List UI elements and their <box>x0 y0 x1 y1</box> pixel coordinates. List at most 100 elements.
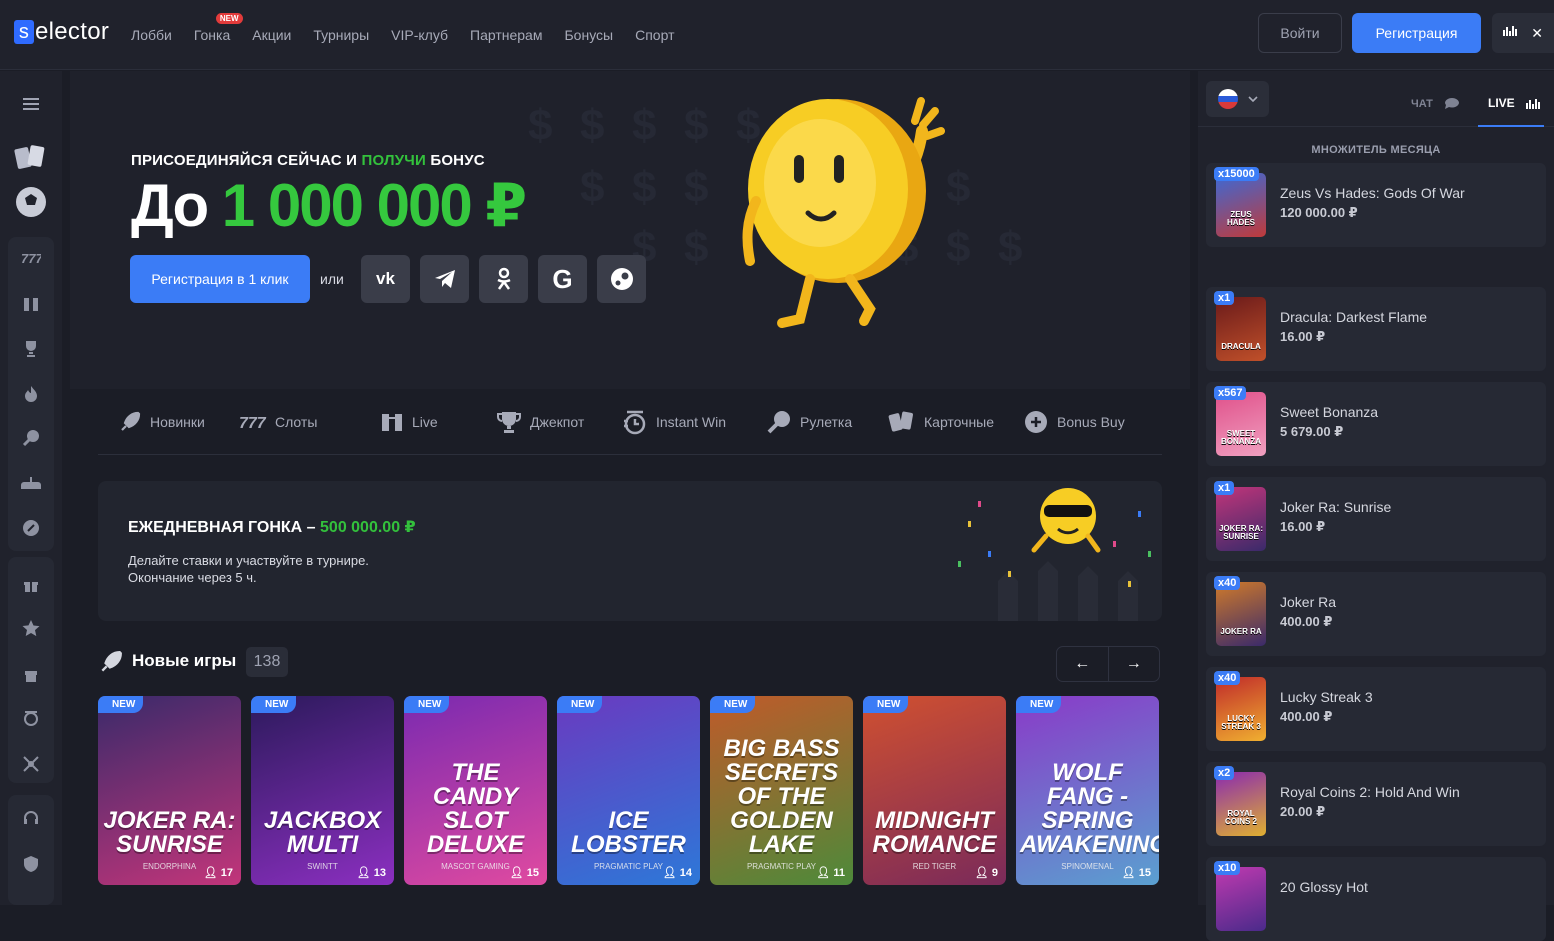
main-nav: Лобби NEW Гонка Акции Турниры VIP-клуб Па… <box>120 0 685 70</box>
nav-partners[interactable]: Партнерам <box>470 27 542 43</box>
game-name: Sweet Bonanza <box>1280 404 1379 420</box>
race-desc-line2: Окончание через 5 ч. <box>128 570 257 585</box>
roulette-icon[interactable] <box>16 423 46 453</box>
login-button[interactable]: Войти <box>1258 13 1342 53</box>
nav-tournaments[interactable]: Турниры <box>313 27 369 43</box>
category-tabs: Новинки 777 Слоты Live Джекпот Instant Wi… <box>98 389 1162 455</box>
fire-icon[interactable] <box>16 379 46 409</box>
nav-lobby[interactable]: Лобби <box>131 27 172 43</box>
instant-icon[interactable] <box>16 703 46 733</box>
gift-icon[interactable] <box>16 569 46 599</box>
nav-race[interactable]: NEW Гонка <box>194 13 243 43</box>
user-icon: 👤︎ <box>509 867 524 879</box>
tab-live[interactable]: Live <box>380 410 496 434</box>
tab-roulette[interactable]: Рулетка <box>766 409 888 435</box>
svg-text:777: 777 <box>239 415 267 431</box>
game-card[interactable]: NEW BIG BASS SECRETS OF THE GOLDEN LAKE … <box>710 696 853 885</box>
multiplier-badge: x40 <box>1214 671 1241 685</box>
carousel-next-button[interactable]: → <box>1109 647 1160 681</box>
top-bar: s elector Лобби NEW Гонка Акции Турниры VI… <box>0 0 1554 70</box>
live-win-card[interactable]: x2 ROYAL COINS 2 Royal Coins 2: Hold And… <box>1206 762 1546 846</box>
game-card[interactable]: NEW MIDNIGHT ROMANCE RED TIGER 👤︎ 9 <box>863 696 1006 885</box>
daily-race-banner[interactable]: ЕЖЕДНЕВНАЯ ГОНКА – 500 000.00 ₽ Делайте … <box>98 481 1162 621</box>
vk-login-button[interactable]: vk <box>361 255 410 303</box>
live-win-card[interactable]: x567 SWEET BONANZA Sweet Bonanza 5 679.0… <box>1206 382 1546 466</box>
instant-icon <box>624 410 646 434</box>
rocket-icon[interactable] <box>16 513 46 543</box>
players-count: 👤︎ 15 <box>1122 866 1151 879</box>
tab-jackpot-label: Джекпот <box>530 413 585 430</box>
thumbnail-title: ROYAL COINS 2 <box>1224 809 1257 826</box>
sport-ball-icon[interactable] <box>12 183 50 221</box>
live-win-card[interactable]: x1 JOKER RA: SUNRISE Joker Ra: Sunrise 1… <box>1206 477 1546 561</box>
game-title: JACKBOX MULTI <box>263 807 382 858</box>
thumbnail-title: ZEUS HADES <box>1226 210 1255 227</box>
casino-icon[interactable] <box>12 139 50 175</box>
tab-jackpot[interactable]: Джекпот <box>496 410 622 434</box>
star-icon[interactable] <box>16 613 46 643</box>
gamepad-icon[interactable] <box>16 469 46 499</box>
win-amount: 16.00 ₽ <box>1280 519 1326 534</box>
players-value: 14 <box>679 867 692 879</box>
game-thumbnail: DRACULA <box>1216 297 1266 361</box>
chat-tab[interactable]: ЧАТ <box>1411 97 1460 111</box>
game-card[interactable]: NEW ICE LOBSTER PRAGMATIC PLAY 👤︎ 14 <box>557 696 700 885</box>
kicker-part-a: ПРИСОЕДИНЯЙСЯ СЕЙЧАС И <box>131 152 362 169</box>
cards-icon <box>888 411 913 432</box>
game-card[interactable]: NEW JACKBOX MULTI SWINTT 👤︎ 13 <box>251 696 394 885</box>
trophy-icon[interactable] <box>16 333 46 363</box>
tab-card-games-label: Карточные <box>924 413 995 430</box>
slots-icon[interactable]: 777 <box>16 243 46 273</box>
live-cards-icon[interactable] <box>16 289 46 319</box>
telegram-login-button[interactable] <box>420 255 469 303</box>
race-description: Делайте ставки и участвуйте в турнире. Ок… <box>128 552 369 586</box>
game-name: Joker Ra: Sunrise <box>1280 499 1392 515</box>
players-count: 👤︎ 17 <box>204 866 233 879</box>
tab-card-games[interactable]: Карточные <box>888 409 1023 435</box>
language-selector[interactable] <box>1206 81 1269 117</box>
steam-login-button[interactable] <box>597 255 646 303</box>
tab-bonus-buy[interactable]: Bonus Buy <box>1023 409 1143 435</box>
ok-login-button[interactable] <box>479 255 528 303</box>
game-thumbnail: JOKER RA <box>1216 582 1266 646</box>
live-win-card[interactable]: x10 20 Glossy Hot <box>1206 857 1546 941</box>
register-one-click-button[interactable]: Регистрация в 1 клик <box>130 255 310 303</box>
nav-sport[interactable]: Спорт <box>635 27 674 43</box>
logo[interactable]: s elector <box>14 18 109 46</box>
players-value: 9 <box>991 867 998 879</box>
race-desc-line1: Делайте ставки и участвуйте в турнире. <box>128 553 369 568</box>
cards-live-icon <box>382 413 402 431</box>
menu-icon[interactable] <box>16 89 46 119</box>
live-win-card[interactable]: x1 DRACULA Dracula: Darkest Flame 16.00 … <box>1206 287 1546 371</box>
tab-instant-win[interactable]: Instant Win <box>622 409 766 435</box>
nav-bonuses[interactable]: Бонусы <box>564 27 613 43</box>
close-panel-button[interactable]: ✕ <box>1531 25 1543 42</box>
register-button[interactable]: Регистрация <box>1352 13 1481 53</box>
tab-slots[interactable]: 777 Слоты <box>239 413 380 431</box>
new-badge: NEW <box>98 696 144 713</box>
live-win-card[interactable]: x15000 ZEUS HADES Zeus Vs Hades: Gods Of… <box>1206 163 1546 247</box>
support-headset-icon[interactable] <box>16 803 46 833</box>
players-count: 👤︎ 13 <box>357 866 386 879</box>
game-card[interactable]: NEW JOKER RA: SUNRISE ENDORPHINA 👤︎ 17 <box>98 696 241 885</box>
game-name: Lucky Streak 3 <box>1280 689 1373 705</box>
carousel-prev-button[interactable]: ← <box>1057 647 1109 681</box>
carousel-nav: ← → <box>1056 646 1160 682</box>
nav-vip[interactable]: VIP-клуб <box>391 27 448 43</box>
game-card[interactable]: NEW THE CANDY SLOT DELUXE MASCOT GAMING … <box>404 696 547 885</box>
affiliate-icon[interactable] <box>16 749 46 779</box>
nav-promotions[interactable]: Акции <box>252 27 291 43</box>
google-login-button[interactable]: G <box>538 255 587 303</box>
players-value: 15 <box>526 867 539 879</box>
game-card[interactable]: NEW WOLF FANG - SPRING AWAKENING SPINOME… <box>1016 696 1159 885</box>
shield-icon[interactable] <box>16 849 46 879</box>
tab-new[interactable]: Новинки <box>98 410 239 434</box>
new-badge: NEW <box>710 696 756 713</box>
live-win-card[interactable]: x40 LUCKY STREAK 3 Lucky Streak 3 400.00… <box>1206 667 1546 751</box>
bonus-gift-icon[interactable] <box>16 659 46 689</box>
thumbnail-title: JOKER RA <box>1220 627 1262 636</box>
game-title: JOKER RA: SUNRISE <box>103 807 236 858</box>
live-win-card[interactable]: x40 JOKER RA Joker Ra 400.00 ₽ <box>1206 572 1546 656</box>
live-tab[interactable]: LIVE <box>1488 96 1541 110</box>
live-stats-icon[interactable] <box>1503 24 1518 42</box>
